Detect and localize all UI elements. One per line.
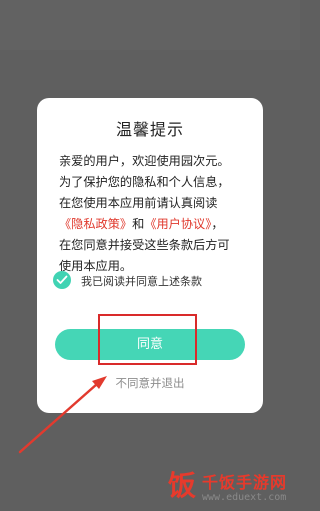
watermark-title: 千饭手游网 [202,473,288,492]
site-watermark: 饭 千饭手游网 www.eduext.com [168,467,300,511]
watermark-logo-icon: 饭 [168,469,197,502]
arrow-annotation-icon [18,376,107,454]
watermark-url: www.eduext.com [202,492,287,503]
